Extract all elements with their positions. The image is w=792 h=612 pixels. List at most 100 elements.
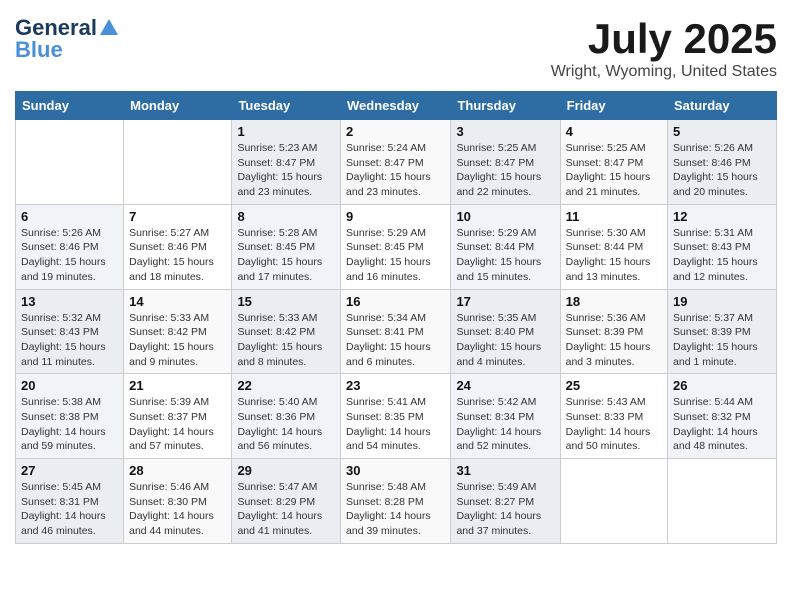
calendar-cell: 10 Sunrise: 5:29 AMSunset: 8:44 PMDaylig… [451,204,560,289]
calendar-cell [124,120,232,205]
calendar-cell: 6 Sunrise: 5:26 AMSunset: 8:46 PMDayligh… [16,204,124,289]
day-number: 9 [346,209,445,224]
calendar-cell: 30 Sunrise: 5:48 AMSunset: 8:28 PMDaylig… [341,459,451,544]
calendar-cell: 13 Sunrise: 5:32 AMSunset: 8:43 PMDaylig… [16,289,124,374]
day-info: Sunrise: 5:35 AMSunset: 8:40 PMDaylight:… [456,311,554,370]
day-number: 11 [566,209,662,224]
day-info: Sunrise: 5:39 AMSunset: 8:37 PMDaylight:… [129,395,226,454]
calendar-cell: 26 Sunrise: 5:44 AMSunset: 8:32 PMDaylig… [668,374,777,459]
day-number: 29 [237,463,335,478]
day-number: 3 [456,124,554,139]
header-wednesday: Wednesday [341,92,451,120]
day-info: Sunrise: 5:29 AMSunset: 8:44 PMDaylight:… [456,226,554,285]
day-number: 1 [237,124,335,139]
calendar-cell: 5 Sunrise: 5:26 AMSunset: 8:46 PMDayligh… [668,120,777,205]
logo-icon [98,17,120,39]
day-number: 7 [129,209,226,224]
day-number: 8 [237,209,335,224]
calendar-cell: 15 Sunrise: 5:33 AMSunset: 8:42 PMDaylig… [232,289,341,374]
day-number: 21 [129,378,226,393]
calendar-week-3: 13 Sunrise: 5:32 AMSunset: 8:43 PMDaylig… [16,289,777,374]
day-info: Sunrise: 5:42 AMSunset: 8:34 PMDaylight:… [456,395,554,454]
day-info: Sunrise: 5:37 AMSunset: 8:39 PMDaylight:… [673,311,771,370]
calendar-table: Sunday Monday Tuesday Wednesday Thursday… [15,91,777,544]
day-number: 24 [456,378,554,393]
calendar-cell: 19 Sunrise: 5:37 AMSunset: 8:39 PMDaylig… [668,289,777,374]
day-info: Sunrise: 5:43 AMSunset: 8:33 PMDaylight:… [566,395,662,454]
day-info: Sunrise: 5:30 AMSunset: 8:44 PMDaylight:… [566,226,662,285]
calendar-cell [668,459,777,544]
calendar-cell: 8 Sunrise: 5:28 AMSunset: 8:45 PMDayligh… [232,204,341,289]
day-info: Sunrise: 5:40 AMSunset: 8:36 PMDaylight:… [237,395,335,454]
day-info: Sunrise: 5:25 AMSunset: 8:47 PMDaylight:… [456,141,554,200]
header-monday: Monday [124,92,232,120]
calendar-week-4: 20 Sunrise: 5:38 AMSunset: 8:38 PMDaylig… [16,374,777,459]
day-info: Sunrise: 5:38 AMSunset: 8:38 PMDaylight:… [21,395,118,454]
day-number: 25 [566,378,662,393]
calendar-cell [560,459,667,544]
day-info: Sunrise: 5:31 AMSunset: 8:43 PMDaylight:… [673,226,771,285]
day-info: Sunrise: 5:47 AMSunset: 8:29 PMDaylight:… [237,480,335,539]
day-number: 31 [456,463,554,478]
day-info: Sunrise: 5:33 AMSunset: 8:42 PMDaylight:… [129,311,226,370]
day-info: Sunrise: 5:46 AMSunset: 8:30 PMDaylight:… [129,480,226,539]
calendar-cell: 18 Sunrise: 5:36 AMSunset: 8:39 PMDaylig… [560,289,667,374]
calendar-cell: 9 Sunrise: 5:29 AMSunset: 8:45 PMDayligh… [341,204,451,289]
day-info: Sunrise: 5:26 AMSunset: 8:46 PMDaylight:… [21,226,118,285]
calendar-cell [16,120,124,205]
day-info: Sunrise: 5:25 AMSunset: 8:47 PMDaylight:… [566,141,662,200]
day-info: Sunrise: 5:44 AMSunset: 8:32 PMDaylight:… [673,395,771,454]
calendar-cell: 21 Sunrise: 5:39 AMSunset: 8:37 PMDaylig… [124,374,232,459]
day-number: 30 [346,463,445,478]
day-info: Sunrise: 5:24 AMSunset: 8:47 PMDaylight:… [346,141,445,200]
weekday-header-row: Sunday Monday Tuesday Wednesday Thursday… [16,92,777,120]
calendar-cell: 23 Sunrise: 5:41 AMSunset: 8:35 PMDaylig… [341,374,451,459]
day-number: 20 [21,378,118,393]
header-sunday: Sunday [16,92,124,120]
header-thursday: Thursday [451,92,560,120]
calendar-cell: 7 Sunrise: 5:27 AMSunset: 8:46 PMDayligh… [124,204,232,289]
header-friday: Friday [560,92,667,120]
day-number: 19 [673,294,771,309]
day-info: Sunrise: 5:48 AMSunset: 8:28 PMDaylight:… [346,480,445,539]
calendar-cell: 22 Sunrise: 5:40 AMSunset: 8:36 PMDaylig… [232,374,341,459]
day-number: 15 [237,294,335,309]
calendar-week-5: 27 Sunrise: 5:45 AMSunset: 8:31 PMDaylig… [16,459,777,544]
day-number: 27 [21,463,118,478]
day-number: 10 [456,209,554,224]
calendar-cell: 2 Sunrise: 5:24 AMSunset: 8:47 PMDayligh… [341,120,451,205]
day-number: 12 [673,209,771,224]
calendar-cell: 16 Sunrise: 5:34 AMSunset: 8:41 PMDaylig… [341,289,451,374]
day-info: Sunrise: 5:27 AMSunset: 8:46 PMDaylight:… [129,226,226,285]
day-number: 18 [566,294,662,309]
day-number: 5 [673,124,771,139]
title-area: July 2025 Wright, Wyoming, United States [551,15,777,81]
day-info: Sunrise: 5:34 AMSunset: 8:41 PMDaylight:… [346,311,445,370]
calendar-cell: 11 Sunrise: 5:30 AMSunset: 8:44 PMDaylig… [560,204,667,289]
day-number: 17 [456,294,554,309]
calendar-cell: 20 Sunrise: 5:38 AMSunset: 8:38 PMDaylig… [16,374,124,459]
calendar-cell: 29 Sunrise: 5:47 AMSunset: 8:29 PMDaylig… [232,459,341,544]
location-title: Wright, Wyoming, United States [551,63,777,81]
day-number: 14 [129,294,226,309]
calendar-cell: 17 Sunrise: 5:35 AMSunset: 8:40 PMDaylig… [451,289,560,374]
day-number: 16 [346,294,445,309]
calendar-cell: 3 Sunrise: 5:25 AMSunset: 8:47 PMDayligh… [451,120,560,205]
calendar-week-1: 1 Sunrise: 5:23 AMSunset: 8:47 PMDayligh… [16,120,777,205]
calendar-cell: 25 Sunrise: 5:43 AMSunset: 8:33 PMDaylig… [560,374,667,459]
calendar-week-2: 6 Sunrise: 5:26 AMSunset: 8:46 PMDayligh… [16,204,777,289]
day-info: Sunrise: 5:28 AMSunset: 8:45 PMDaylight:… [237,226,335,285]
day-info: Sunrise: 5:49 AMSunset: 8:27 PMDaylight:… [456,480,554,539]
calendar-cell: 4 Sunrise: 5:25 AMSunset: 8:47 PMDayligh… [560,120,667,205]
calendar-cell: 1 Sunrise: 5:23 AMSunset: 8:47 PMDayligh… [232,120,341,205]
day-number: 28 [129,463,226,478]
header-tuesday: Tuesday [232,92,341,120]
day-info: Sunrise: 5:41 AMSunset: 8:35 PMDaylight:… [346,395,445,454]
day-info: Sunrise: 5:23 AMSunset: 8:47 PMDaylight:… [237,141,335,200]
day-info: Sunrise: 5:26 AMSunset: 8:46 PMDaylight:… [673,141,771,200]
calendar-cell: 14 Sunrise: 5:33 AMSunset: 8:42 PMDaylig… [124,289,232,374]
calendar-cell: 28 Sunrise: 5:46 AMSunset: 8:30 PMDaylig… [124,459,232,544]
day-number: 13 [21,294,118,309]
day-info: Sunrise: 5:32 AMSunset: 8:43 PMDaylight:… [21,311,118,370]
day-info: Sunrise: 5:29 AMSunset: 8:45 PMDaylight:… [346,226,445,285]
